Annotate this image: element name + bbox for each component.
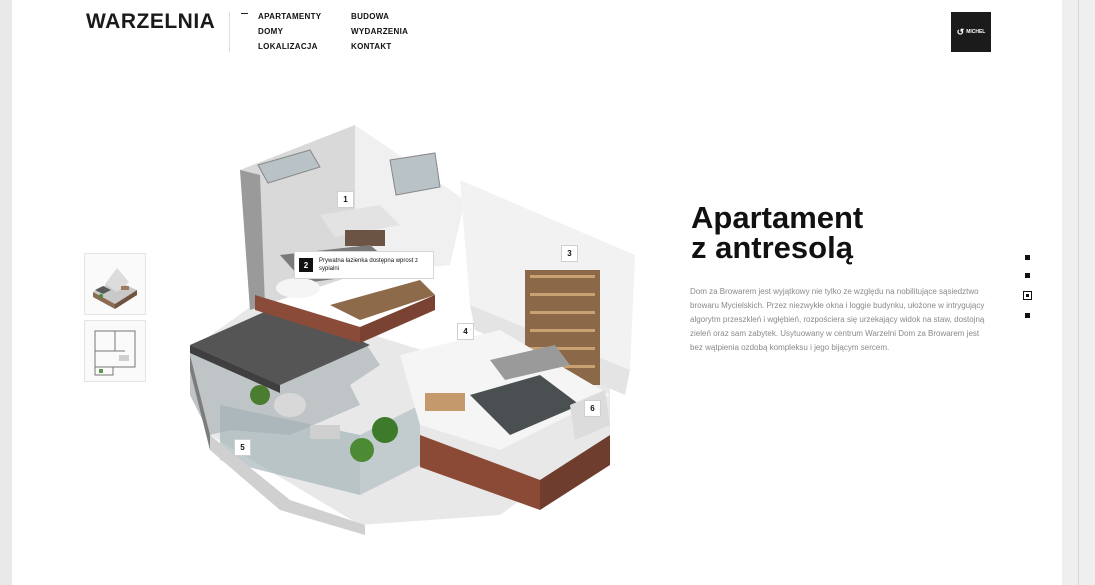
title-line-1: Apartament	[691, 200, 864, 235]
pager-dot-1[interactable]	[1025, 255, 1030, 260]
title-line-2: z antresolą	[691, 230, 853, 265]
hotspot-marker-5[interactable]: 5	[234, 439, 251, 456]
nav-active-indicator	[241, 13, 248, 14]
badge-label: MICHEL	[966, 29, 986, 35]
pager-dot-4[interactable]	[1025, 313, 1030, 318]
nav-link-kontakt[interactable]: KONTAKT	[351, 41, 408, 52]
tooltip-text: Prywatna łazienka dostępna wprost z sypi…	[319, 258, 419, 272]
page-title: Apartament z antresolą	[691, 200, 951, 265]
nav-link-apartamenty[interactable]: APARTAMENTY	[258, 11, 321, 22]
scrollbar-divider	[1078, 0, 1079, 585]
slide-pager	[1023, 255, 1032, 318]
hotspot-tooltip[interactable]: 2 Prywatna łazienka dostępna wprost z sy…	[294, 251, 434, 279]
nav-column-2: BUDOWA WYDARZENIA KONTAKT	[351, 11, 408, 52]
pager-dot-2[interactable]	[1025, 273, 1030, 278]
tooltip-number: 2	[299, 258, 313, 272]
nav-link-lokalizacja[interactable]: LOKALIZACJA	[258, 41, 321, 52]
isometric-apartment-icon	[93, 268, 137, 309]
hotspot-marker-3[interactable]: 3	[561, 245, 578, 262]
pager-dot-3-active[interactable]	[1023, 291, 1032, 300]
partner-logo-badge[interactable]: ↺ MICHEL	[951, 12, 991, 52]
nav-link-domy[interactable]: DOMY	[258, 26, 321, 37]
nav-divider	[229, 12, 230, 52]
nav-link-budowa[interactable]: BUDOWA	[351, 11, 408, 22]
thumbnail-floor-plan[interactable]	[84, 320, 146, 382]
nav-link-wydarzenia[interactable]: WYDARZENIA	[351, 26, 408, 37]
nav-column-1: APARTAMENTY DOMY LOKALIZACJA	[258, 11, 321, 52]
logo[interactable]: WARZELNIA	[86, 10, 215, 34]
floor-plan-icon	[94, 330, 136, 376]
hotspot-marker-6[interactable]: 6	[584, 400, 601, 417]
description-text: Dom za Browarem jest wyjątkowy nie tylko…	[690, 287, 985, 352]
badge-swoosh-icon: ↺	[956, 26, 965, 37]
thumbnail-3d-view[interactable]	[84, 253, 146, 315]
hotspot-marker-1[interactable]: 1	[337, 191, 354, 208]
apartment-cutaway-illustration	[170, 105, 650, 540]
hotspot-marker-4[interactable]: 4	[457, 323, 474, 340]
